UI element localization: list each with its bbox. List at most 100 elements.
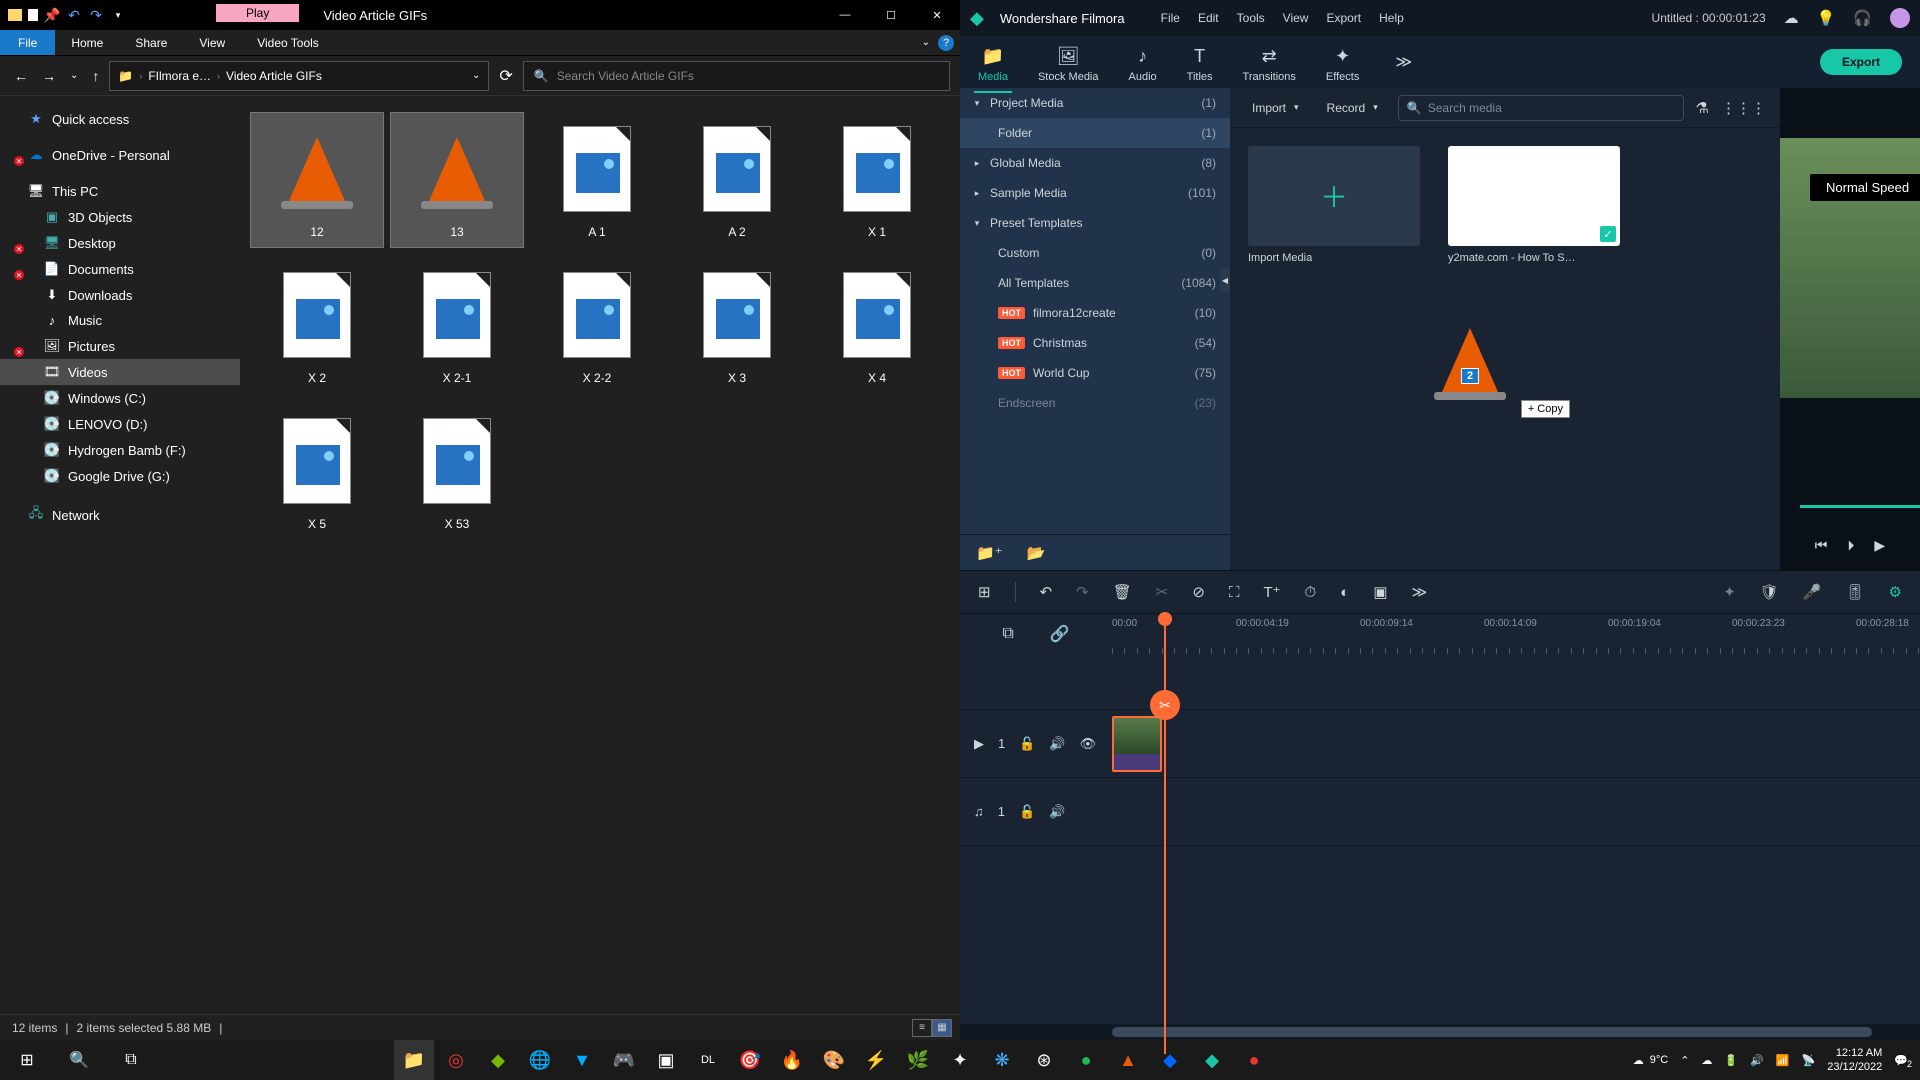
sidebar-network[interactable]: 🖧Network <box>0 499 240 531</box>
taskbar-app-icon[interactable]: ⊛ <box>1024 1040 1064 1080</box>
taskbar-app-icon[interactable]: ▣ <box>646 1040 686 1080</box>
search-box[interactable]: 🔍 Search Video Article GIFs <box>523 61 950 91</box>
ribbon-file-tab[interactable]: File <box>0 30 55 55</box>
media-category-row[interactable]: HOTChristmas(54) <box>960 328 1230 358</box>
sidebar-documents[interactable]: ✕📄Documents <box>0 256 240 282</box>
sidebar-pictures[interactable]: ✕🖼Pictures <box>0 333 240 359</box>
taskbar-app-icon[interactable]: 🌿 <box>898 1040 938 1080</box>
next-frame-button[interactable]: ▶ <box>1874 537 1885 554</box>
qat-more-icon[interactable]: ▾ <box>110 7 126 23</box>
undo-icon[interactable]: ↶ <box>66 7 82 23</box>
taskbar-app-icon[interactable]: ◆ <box>1150 1040 1190 1080</box>
import-dropdown[interactable]: Import▾ <box>1244 97 1307 119</box>
mute-icon[interactable]: 🔊 <box>1049 804 1065 820</box>
sidebar-onedrive[interactable]: ✕☁OneDrive - Personal <box>0 142 240 168</box>
sidebar-drive-c[interactable]: 💽Windows (C:) <box>0 385 240 411</box>
media-category-row[interactable]: HOTfilmora12create(10) <box>960 298 1230 328</box>
visibility-icon[interactable]: 👁 <box>1080 736 1097 752</box>
import-media-tile[interactable]: ＋ Import Media <box>1248 146 1420 264</box>
cloud-icon[interactable]: ☁ <box>1784 9 1799 27</box>
folder-icon[interactable]: 📂 <box>1027 544 1046 562</box>
taskbar-explorer-icon[interactable]: 📁 <box>394 1040 434 1080</box>
speed-button[interactable]: ⏱ <box>1305 584 1317 601</box>
ribbon-tab-home[interactable]: Home <box>55 31 119 55</box>
filmora-titlebar[interactable]: ◆ Wondershare Filmora File Edit Tools Vi… <box>960 0 1920 36</box>
sidebar-videos[interactable]: 🎞Videos <box>0 359 240 385</box>
record-dropdown[interactable]: Record▾ <box>1319 97 1386 119</box>
prev-frame-button[interactable]: ⏮ <box>1815 537 1828 554</box>
media-category-row[interactable]: ▸Sample Media(101) <box>960 178 1230 208</box>
media-category-row[interactable]: All Templates(1084) <box>960 268 1230 298</box>
text-button[interactable]: T⁺ <box>1263 583 1280 601</box>
start-button[interactable]: ⊞ <box>4 1040 50 1080</box>
sidebar-music[interactable]: ♪Music <box>0 308 240 333</box>
sidebar-this-pc[interactable]: 🖥This PC <box>0 178 240 204</box>
ribbon-tab-videotools[interactable]: Video Tools <box>241 31 335 55</box>
filter-icon[interactable]: ⚗ <box>1696 99 1709 117</box>
grid-icon[interactable]: ⊞ <box>978 583 991 601</box>
sidebar-quick-access[interactable]: ★Quick access <box>0 106 240 132</box>
menu-help[interactable]: Help <box>1379 11 1404 25</box>
module-tab-stock-media[interactable]: 🖼Stock Media <box>1038 42 1099 83</box>
media-category-row[interactable]: ▾Preset Templates <box>960 208 1230 238</box>
taskbar-app-icon[interactable]: ● <box>1234 1040 1274 1080</box>
new-folder-icon[interactable]: 📁⁺ <box>976 544 1003 562</box>
file-item[interactable]: X 1 <box>810 112 944 248</box>
sidebar-desktop[interactable]: ✕🖥Desktop <box>0 230 240 256</box>
breadcrumb-segment[interactable]: FIlmora e… <box>148 69 211 83</box>
duplicate-track-icon[interactable]: ⧉ <box>1002 625 1013 643</box>
lightbulb-icon[interactable]: 💡 <box>1817 9 1836 27</box>
search-button[interactable]: 🔍 <box>56 1040 102 1080</box>
mute-icon[interactable]: 🔊 <box>1049 736 1065 752</box>
marker-icon[interactable]: ✦ <box>1723 583 1736 601</box>
close-button[interactable]: ✕ <box>914 0 960 30</box>
details-view-button[interactable]: ≡ <box>912 1019 932 1037</box>
disable-icon[interactable]: ⊘ <box>1192 583 1205 601</box>
clock[interactable]: 12:12 AM 23/12/2022 <box>1827 1046 1882 1075</box>
sidebar-drive-d[interactable]: 💽LENOVO (D:) <box>0 411 240 437</box>
sidebar-drive-g[interactable]: 💽Google Drive (G:) <box>0 463 240 489</box>
more-tabs-button[interactable]: ≫ <box>1395 52 1412 72</box>
taskbar-app-icon[interactable]: 🎨 <box>814 1040 854 1080</box>
contextual-tab-play[interactable]: Play <box>216 4 299 22</box>
mixer-icon[interactable]: 🎚 <box>1846 583 1865 601</box>
refresh-button[interactable]: ⟳ <box>495 62 516 90</box>
grid-view-icon[interactable]: ⋮⋮⋮ <box>1721 99 1766 117</box>
sidebar-drive-f[interactable]: 💽Hydrogen Bamb (F:) <box>0 437 240 463</box>
collapse-sidebar-button[interactable]: ◀ <box>1220 268 1230 292</box>
media-grid[interactable]: ＋ Import Media y2mate.com - How To S… 2 … <box>1230 128 1780 570</box>
scrollbar-thumb[interactable] <box>1112 1027 1872 1037</box>
sidebar-3d-objects[interactable]: ▣3D Objects <box>0 204 240 230</box>
tray-volume-icon[interactable]: 🔊 <box>1750 1054 1764 1067</box>
ribbon-tab-view[interactable]: View <box>183 31 241 55</box>
scissors-icon[interactable]: ✂ <box>1150 690 1180 720</box>
timeline-clip[interactable] <box>1112 716 1162 772</box>
redo-icon[interactable]: ↷ <box>88 7 104 23</box>
timeline-scrollbar[interactable] <box>960 1024 1920 1040</box>
more-tools-button[interactable]: ≫ <box>1412 583 1428 601</box>
playhead[interactable]: ✂ <box>1164 614 1166 1054</box>
taskbar-app-icon[interactable]: ✦ <box>940 1040 980 1080</box>
taskbar-app-icon[interactable]: 🔥 <box>772 1040 812 1080</box>
crop-button[interactable]: ⛶ <box>1229 584 1240 601</box>
undo-button[interactable]: ↶ <box>1040 583 1053 601</box>
file-item[interactable]: X 2-1 <box>390 258 524 394</box>
file-item[interactable]: X 5 <box>250 404 384 540</box>
menu-view[interactable]: View <box>1283 11 1309 25</box>
taskbar-app-icon[interactable]: 🎮 <box>604 1040 644 1080</box>
file-item[interactable]: X 2-2 <box>530 258 664 394</box>
video-track[interactable]: ▶ 1 🔓 🔊 👁 <box>960 710 1920 778</box>
file-item[interactable]: 13 <box>390 112 524 248</box>
cut-button[interactable]: ✂ <box>1156 583 1169 601</box>
color-button[interactable]: ◐ <box>1340 584 1349 601</box>
files-grid[interactable]: 1213A 1A 2X 1X 2X 2-1X 2-2X 3X 4X 5X 53 <box>240 96 960 1014</box>
back-button[interactable]: ← <box>10 64 32 88</box>
render-icon[interactable]: ⚙ <box>1889 583 1902 601</box>
play-button[interactable]: ⏵ <box>1847 537 1854 554</box>
module-tab-effects[interactable]: ✦Effects <box>1326 42 1359 83</box>
file-item[interactable]: X 4 <box>810 258 944 394</box>
icons-view-button[interactable]: ▦ <box>932 1019 952 1037</box>
screen-button[interactable]: ▣ <box>1373 583 1387 601</box>
file-item[interactable]: X 3 <box>670 258 804 394</box>
media-category-row[interactable]: ▾Project Media(1) <box>960 88 1230 118</box>
